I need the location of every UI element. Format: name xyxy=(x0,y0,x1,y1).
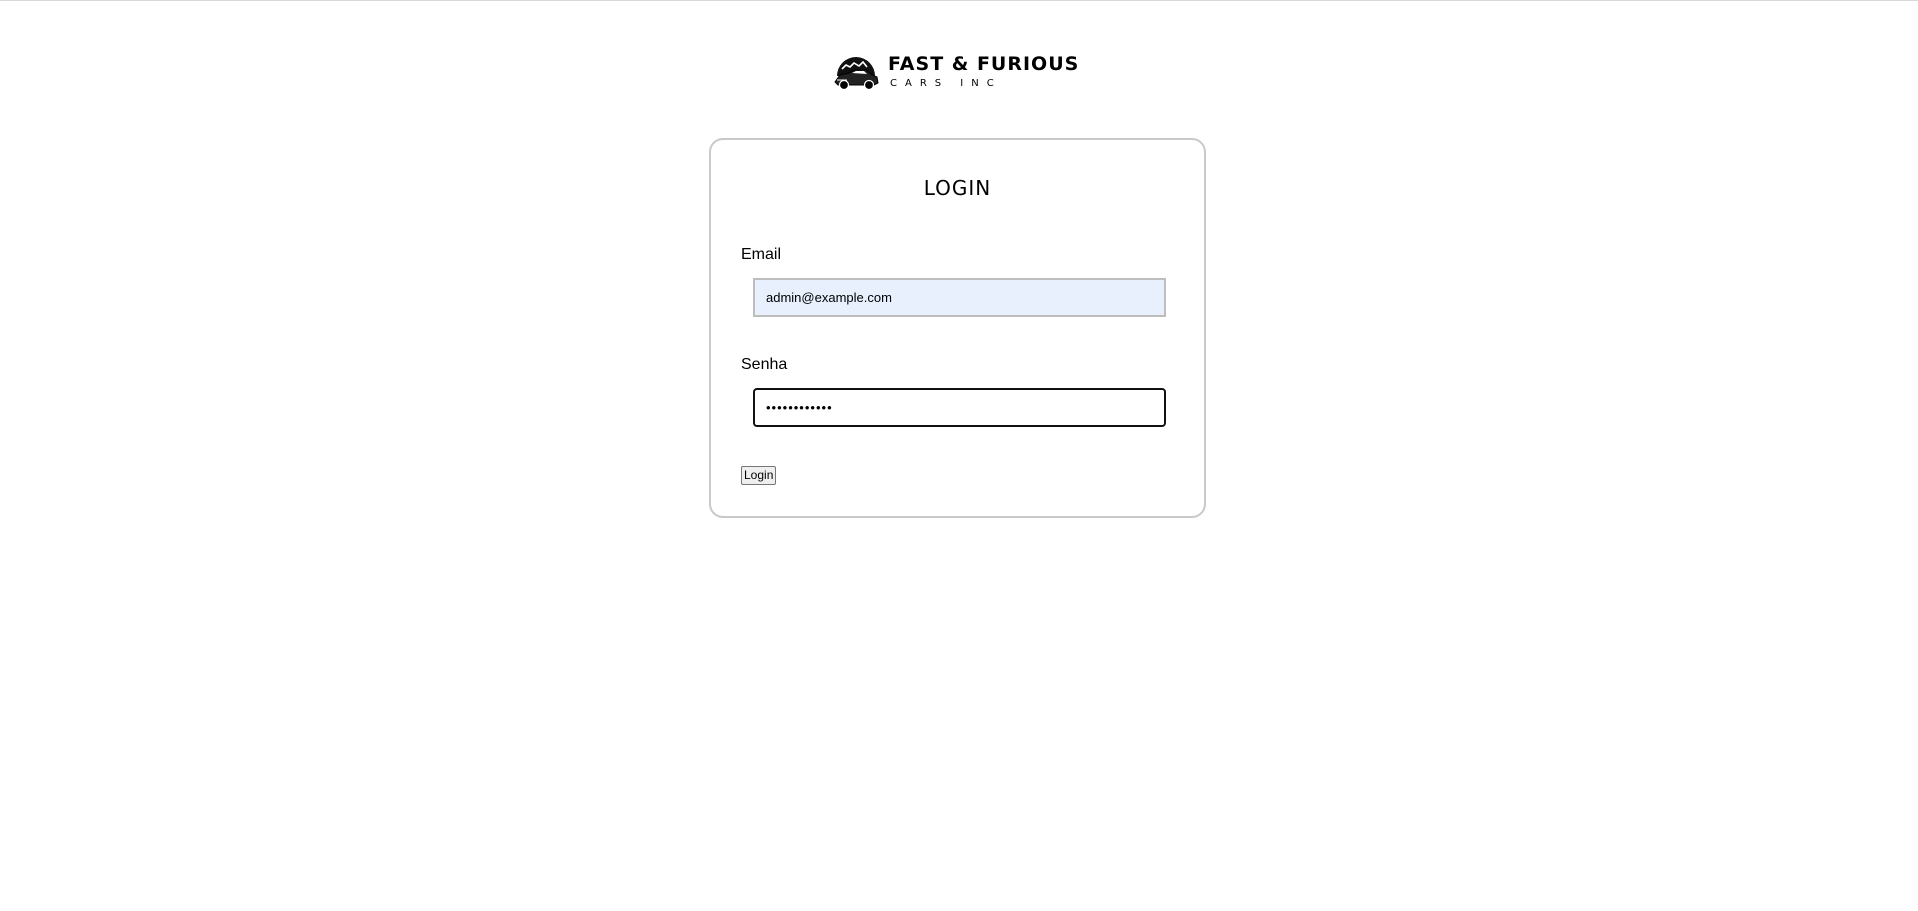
email-field[interactable] xyxy=(753,278,1166,317)
brand-title: FAST & FURIOUS xyxy=(888,53,1080,75)
login-button[interactable]: Login xyxy=(741,466,777,485)
password-label: Senha xyxy=(741,356,788,373)
brand-subtitle: CARS INC xyxy=(890,78,1002,89)
car-logo-icon xyxy=(834,57,879,91)
login-card: LOGIN Email Senha Login xyxy=(709,138,1206,518)
login-title: LOGIN xyxy=(923,176,992,200)
brand-logo: FAST & FURIOUS CARS INC xyxy=(833,52,1079,96)
email-label: Email xyxy=(741,246,782,263)
top-divider xyxy=(0,0,1918,1)
password-field[interactable] xyxy=(753,388,1166,427)
